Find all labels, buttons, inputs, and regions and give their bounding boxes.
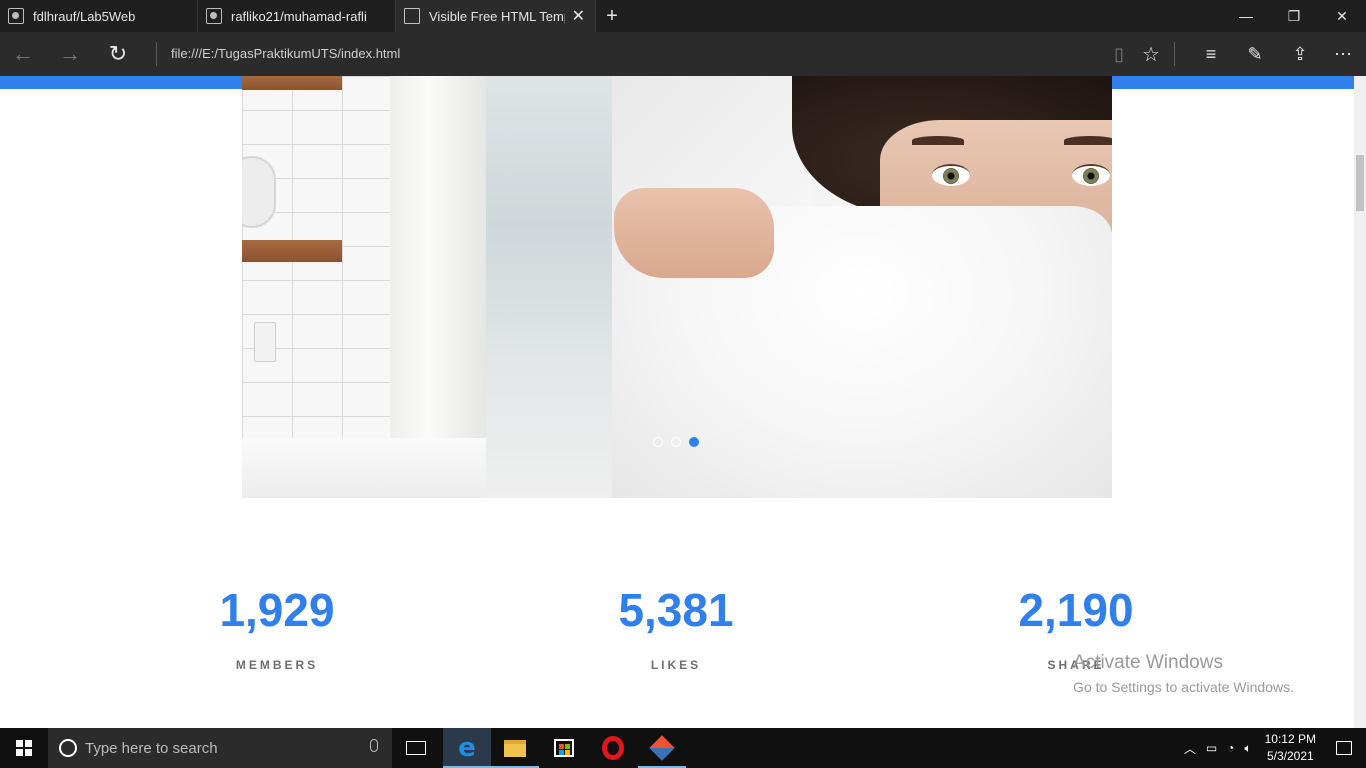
stat-value: 5,381 (618, 584, 734, 636)
close-tab-icon[interactable]: ✕ (572, 6, 585, 26)
scrollbar-thumb[interactable] (1356, 155, 1364, 211)
stat-value: 2,190 (1018, 584, 1134, 636)
task-view-icon (406, 741, 426, 755)
taskbar-search-box[interactable]: Type here to search (48, 728, 392, 768)
edge-taskbar-button[interactable]: e (443, 728, 491, 768)
stat-value: 1,929 (219, 584, 335, 636)
hub-icon[interactable]: ≡ (1188, 32, 1234, 76)
github-favicon-icon (206, 8, 222, 24)
carousel-dot-3-active[interactable] (689, 437, 699, 447)
web-page: 1,929 MEMBERS 5,381 LIKES 2,190 SHARE Ac… (0, 76, 1354, 728)
stat-label: MEMBERS (235, 658, 319, 672)
minimize-button[interactable]: — (1222, 0, 1270, 32)
git-icon (649, 735, 675, 761)
store-taskbar-button[interactable] (540, 728, 588, 768)
opera-icon (602, 736, 624, 760)
action-center-icon[interactable] (1336, 741, 1352, 755)
stat-label: LIKES (650, 658, 702, 672)
battery-icon[interactable]: ▭ (1206, 741, 1217, 755)
close-window-button[interactable]: ✕ (1318, 0, 1366, 32)
clock-date: 5/3/2021 (1266, 749, 1314, 763)
tab-muhamad-rafliko[interactable]: rafliko21/muhamad-rafliko (198, 0, 396, 32)
windows-logo-icon (16, 740, 32, 756)
task-view-button[interactable] (392, 728, 440, 768)
file-explorer-icon (504, 739, 526, 757)
store-icon (554, 739, 574, 757)
new-tab-button[interactable]: + (596, 0, 628, 32)
git-taskbar-button[interactable] (638, 728, 686, 768)
stat-members: 1,929 MEMBERS (147, 582, 407, 672)
activate-windows-watermark: Activate Windows Go to Settings to activ… (1073, 652, 1294, 695)
tab-bar: fdlhrauf/Lab5Web rafliko21/muhamad-rafli… (0, 0, 1366, 32)
page-favicon-icon (404, 8, 420, 24)
kitchen-image (242, 76, 612, 498)
microphone-icon[interactable] (370, 739, 378, 752)
tab-title: Visible Free HTML Temp (429, 8, 565, 24)
chevron-up-icon[interactable]: ︿ (1184, 740, 1196, 757)
hero-carousel (242, 76, 1112, 498)
taskbar: Type here to search e ︿ ▭ ◔ 🔈︎ 10:12 PM … (0, 728, 1366, 768)
favorite-star-icon[interactable]: ☆ (1128, 32, 1174, 76)
search-placeholder: Type here to search (85, 739, 218, 757)
tab-lab5web[interactable]: fdlhrauf/Lab5Web (0, 0, 198, 32)
web-note-icon[interactable]: ✎ (1232, 32, 1278, 76)
opera-taskbar-button[interactable] (589, 728, 637, 768)
edge-icon: e (458, 733, 476, 763)
carousel-dot-1[interactable] (653, 437, 663, 447)
share-icon[interactable]: ⇪ (1277, 32, 1323, 76)
volume-icon[interactable]: 🔈︎ (1244, 741, 1251, 756)
address-bar[interactable]: file:///E:/TugasPraktikumUTS/index.html (171, 46, 400, 61)
back-icon[interactable]: ← (0, 32, 46, 76)
page-scrollbar[interactable] (1354, 76, 1366, 728)
cortana-icon (59, 739, 77, 757)
clock[interactable]: 10:12 PM 5/3/2021 (1265, 731, 1316, 765)
start-button[interactable] (0, 728, 48, 768)
clock-time: 10:12 PM (1264, 732, 1316, 746)
tab-title: rafliko21/muhamad-rafliko (231, 8, 367, 24)
forward-icon[interactable]: → (47, 32, 93, 76)
wifi-icon[interactable]: ◔ (1227, 741, 1234, 755)
carousel-dot-2[interactable] (671, 437, 681, 447)
address-toolbar: ← → ↻ file:///E:/TugasPraktikumUTS/index… (0, 32, 1366, 76)
woman-bed-image (612, 76, 1112, 498)
file-explorer-taskbar-button[interactable] (491, 728, 539, 768)
carousel-dots (653, 437, 699, 447)
stat-likes: 5,381 LIKES (546, 582, 806, 672)
refresh-icon[interactable]: ↻ (95, 32, 141, 76)
more-icon[interactable]: ⋯ (1320, 32, 1366, 76)
tab-title: fdlhrauf/Lab5Web (33, 8, 136, 24)
restore-button[interactable]: ❐ (1270, 0, 1318, 32)
github-favicon-icon (8, 8, 24, 24)
system-tray: ︿ ▭ ◔ 🔈︎ 10:12 PM 5/3/2021 (1179, 728, 1366, 768)
tab-visible-template[interactable]: Visible Free HTML Temp ✕ (396, 0, 596, 32)
